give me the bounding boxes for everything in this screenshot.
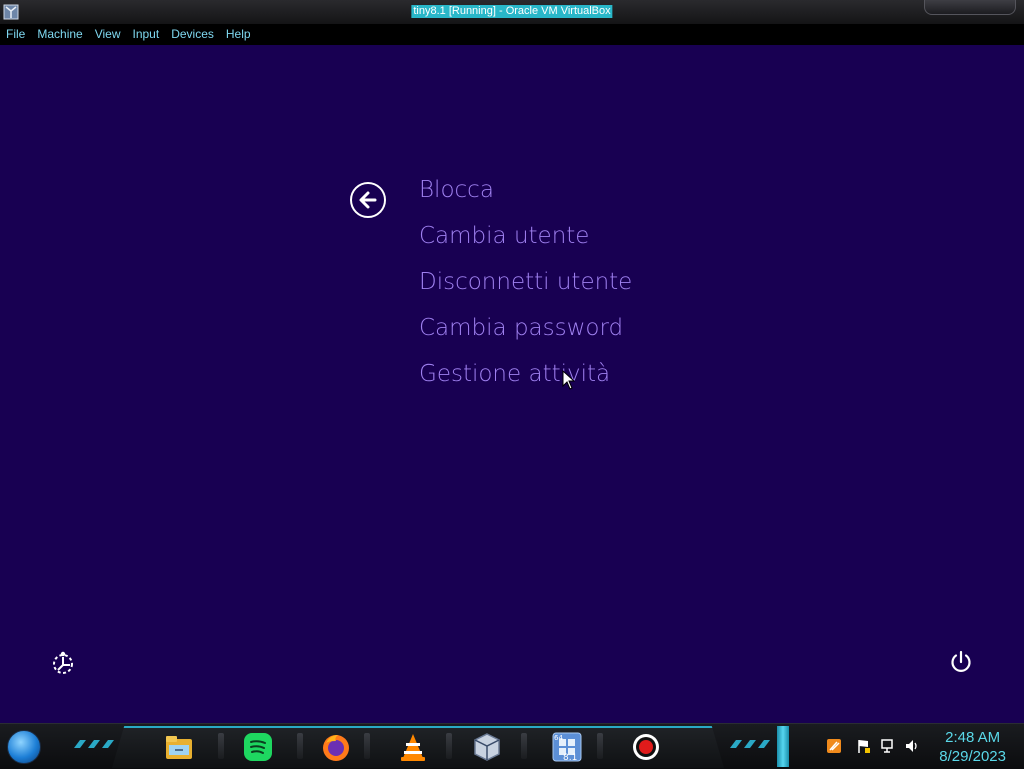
tray-app-icon[interactable] (826, 738, 842, 754)
spotify-icon[interactable] (242, 731, 274, 763)
menu-input[interactable]: Input (127, 24, 166, 45)
clock-time: 2:48 AM (945, 729, 1001, 746)
back-arrow-icon (359, 191, 377, 209)
menu-view[interactable]: View (89, 24, 127, 45)
option-task-manager[interactable]: Gestione attività (419, 354, 632, 400)
option-switch-user[interactable]: Cambia utente (419, 216, 632, 262)
window-title: tiny8.1 [Running] - Oracle VM VirtualBox (411, 5, 613, 18)
virtualbox-icon[interactable] (2, 3, 20, 21)
security-options-list: Blocca Cambia utente Disconnetti utente … (419, 170, 632, 400)
option-sign-out[interactable]: Disconnetti utente (419, 262, 632, 308)
virtualbox-window: tiny8.1 [Running] - Oracle VM VirtualBox… (0, 0, 1024, 769)
mouse-cursor-icon (562, 370, 576, 390)
windows-81-vm-icon[interactable]: 64 8.1 (551, 731, 583, 763)
vlc-icon[interactable] (397, 731, 429, 763)
screen-recorder-icon[interactable] (630, 731, 662, 763)
menu-bar: File Machine View Input Devices Help (0, 24, 1024, 45)
taskbar-decoration-right (730, 740, 770, 748)
vm-arch-badge: 64 (554, 734, 563, 742)
option-change-password[interactable]: Cambia password (419, 308, 632, 354)
volume-icon[interactable] (904, 738, 920, 754)
menu-file[interactable]: File (0, 24, 31, 45)
taskbar-separator (521, 733, 527, 759)
start-button[interactable] (7, 730, 41, 764)
menu-help[interactable]: Help (220, 24, 257, 45)
file-explorer-icon[interactable] (163, 731, 195, 763)
back-button[interactable] (350, 182, 386, 218)
title-bar[interactable]: tiny8.1 [Running] - Oracle VM VirtualBox (0, 0, 1024, 25)
taskbar-separator (218, 733, 224, 759)
firefox-icon[interactable] (320, 731, 352, 763)
taskbar-separator (597, 733, 603, 759)
taskbar-separator (446, 733, 452, 759)
taskbar-decoration-left (74, 740, 114, 748)
menu-devices[interactable]: Devices (165, 24, 220, 45)
menu-machine[interactable]: Machine (31, 24, 88, 45)
virtualbox-icon[interactable] (471, 731, 503, 763)
option-lock[interactable]: Blocca (419, 170, 632, 216)
taskbar-separator (364, 733, 370, 759)
taskbar: 64 8.1 2:48 AM 8/29/2023 (0, 723, 1024, 769)
taskbar-separator (297, 733, 303, 759)
taskbar-clock[interactable]: 2:48 AM 8/29/2023 (939, 728, 1006, 766)
action-center-flag-icon[interactable] (856, 738, 872, 754)
power-icon[interactable] (948, 649, 974, 675)
guest-screen: Blocca Cambia utente Disconnetti utente … (0, 45, 1024, 723)
window-controls[interactable] (924, 0, 1016, 15)
ease-of-access-icon[interactable] (49, 649, 77, 677)
taskbar-scroll-handle[interactable] (777, 726, 789, 767)
clock-date: 8/29/2023 (939, 748, 1006, 765)
vm-version-badge: 8.1 (563, 753, 577, 763)
network-icon[interactable] (880, 738, 896, 754)
